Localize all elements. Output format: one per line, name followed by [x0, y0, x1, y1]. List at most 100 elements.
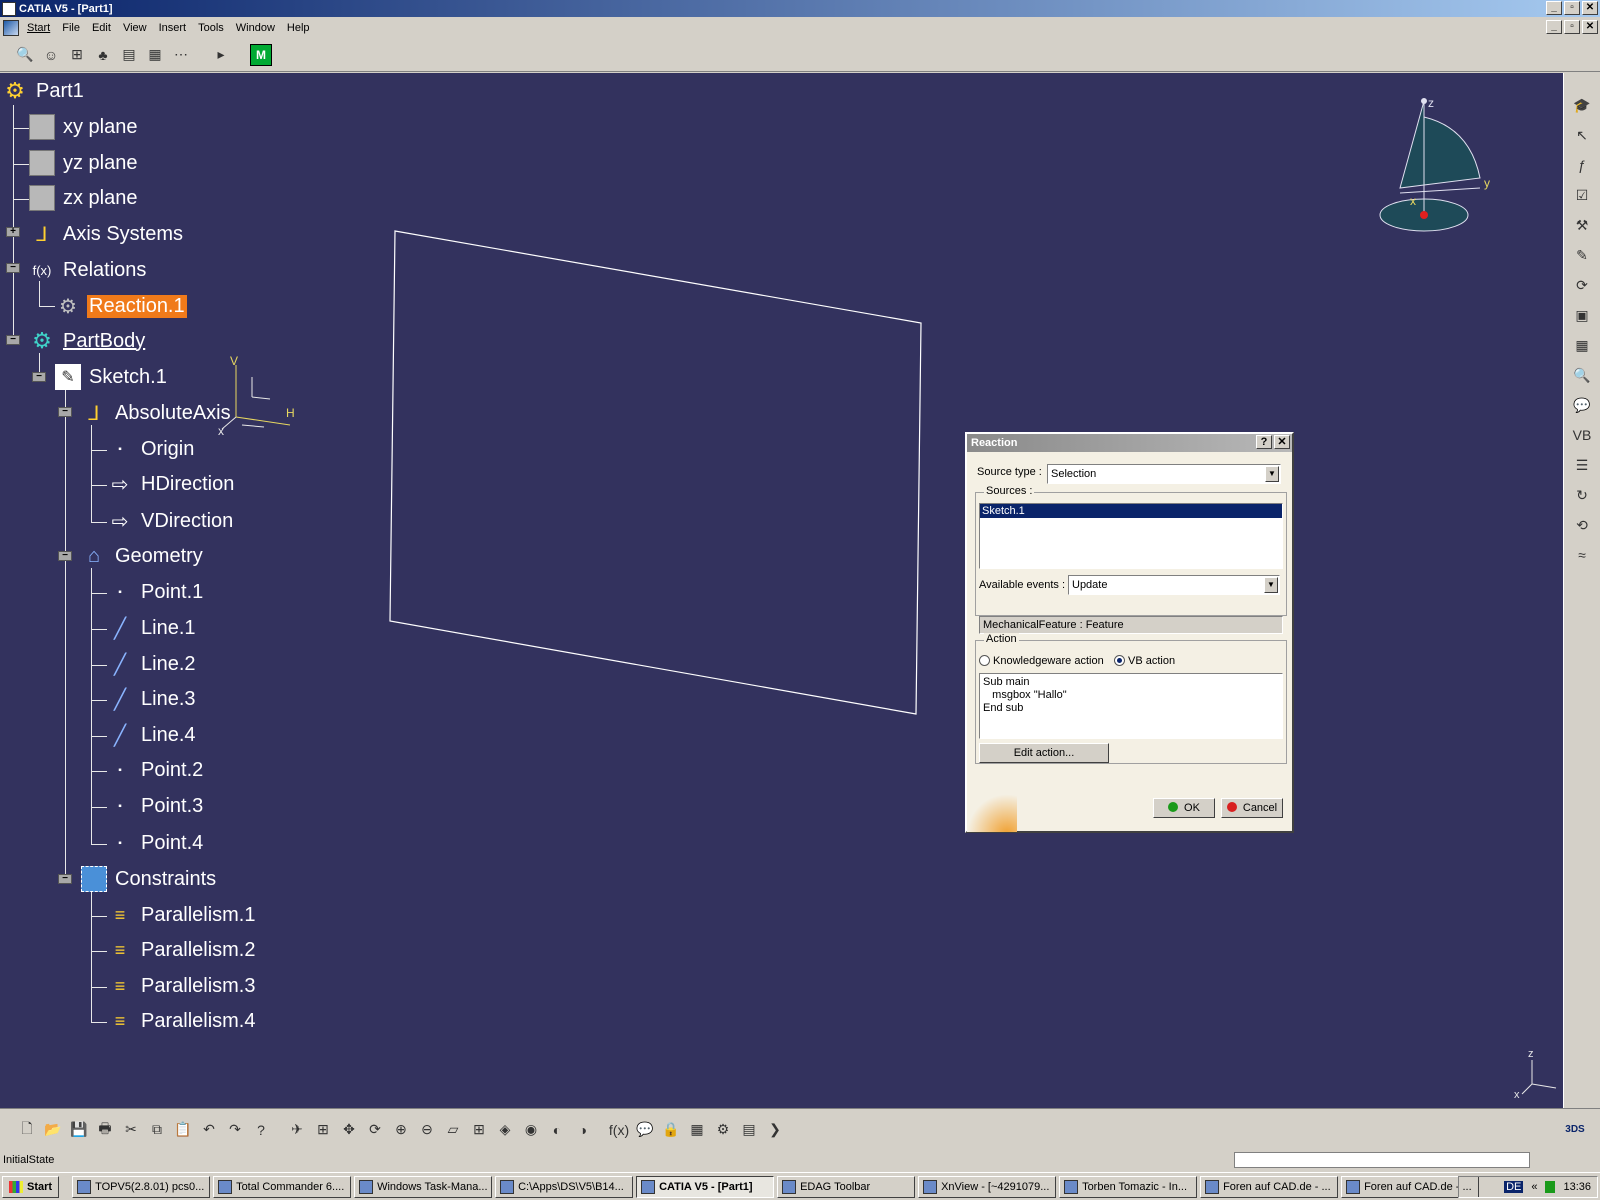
doc-restore-button[interactable]: ▫: [1564, 20, 1580, 34]
macro-icon[interactable]: M: [250, 43, 272, 66]
chevron-down-icon[interactable]: ▼: [1264, 577, 1278, 593]
tree-node-line4[interactable]: ╱ Line.4: [107, 722, 198, 748]
collapse-absoluteaxis-icon[interactable]: −: [58, 407, 72, 417]
filter-icon[interactable]: ▤: [118, 44, 140, 66]
menu-insert[interactable]: Insert: [155, 20, 195, 36]
taskbar-task[interactable]: Total Commander 6....: [213, 1175, 352, 1198]
tree-node-vdirection[interactable]: ⇨ VDirection: [107, 508, 235, 534]
edit-action-button[interactable]: Edit action...: [979, 743, 1109, 763]
undo-icon[interactable]: ↶: [198, 1119, 220, 1141]
print-icon[interactable]: 🖶: [94, 1119, 116, 1141]
tree-node-line3[interactable]: ╱ Line.3: [107, 686, 198, 712]
select-arrow-icon[interactable]: ↖: [1569, 123, 1595, 147]
refresh-icon[interactable]: ⟳: [1569, 273, 1595, 297]
zoom-out-icon[interactable]: ⊖: [416, 1119, 438, 1141]
copy-icon[interactable]: ⧉: [146, 1119, 168, 1141]
collapse-sketch-icon[interactable]: −: [32, 372, 46, 382]
taskbar-task[interactable]: C:\Apps\DS\V5\B14...: [495, 1175, 634, 1198]
tree-node-zx-plane[interactable]: zx plane: [29, 185, 140, 211]
vb-code-editor[interactable]: Sub main msgbox "Hallo" End sub: [979, 673, 1283, 739]
taskbar-task[interactable]: Torben Tomazic - In...: [1059, 1175, 1198, 1198]
sketch-plane-outline[interactable]: [380, 223, 930, 723]
reaction-tool-icon[interactable]: ↻: [1569, 483, 1595, 507]
menu-help[interactable]: Help: [283, 20, 318, 36]
paste-icon[interactable]: 📋: [172, 1119, 194, 1141]
note-icon[interactable]: ✎: [1569, 243, 1595, 267]
taskbar-task[interactable]: Windows Task-Mana...: [354, 1175, 493, 1198]
table-icon[interactable]: ▦: [686, 1119, 708, 1141]
table-icon[interactable]: ▦: [1569, 333, 1595, 357]
multi-view-icon[interactable]: ⊞: [468, 1119, 490, 1141]
lock-icon[interactable]: 🔒: [660, 1119, 682, 1141]
script-icon[interactable]: ❯: [764, 1119, 786, 1141]
command-input[interactable]: [1234, 1152, 1530, 1168]
comment-icon[interactable]: 💬: [1569, 393, 1595, 417]
compass-widget[interactable]: z y x: [1370, 93, 1490, 243]
normal-view-icon[interactable]: ⏥: [442, 1119, 464, 1141]
sources-list[interactable]: Sketch.1: [979, 503, 1283, 569]
dots-icon[interactable]: ⋯: [170, 44, 192, 66]
rotate-icon[interactable]: ⟳: [364, 1119, 386, 1141]
tree-node-yz-plane[interactable]: yz plane: [29, 150, 140, 176]
language-indicator[interactable]: DE: [1504, 1181, 1524, 1193]
iso-view-icon[interactable]: ◈: [494, 1119, 516, 1141]
source-type-select[interactable]: Selection ▼: [1047, 464, 1281, 484]
search-icon[interactable]: 🔍: [14, 44, 36, 66]
minimize-button[interactable]: _: [1546, 1, 1562, 15]
save-icon[interactable]: 💾: [68, 1119, 90, 1141]
tree-icon[interactable]: ⊞: [66, 44, 88, 66]
tray-chevron-icon[interactable]: «: [1531, 1181, 1537, 1193]
zoom-icon[interactable]: 🔍: [1569, 363, 1595, 387]
tree-node-parallelism2[interactable]: ≡ Parallelism.2: [107, 937, 257, 963]
taskbar-task[interactable]: EDAG Toolbar: [777, 1175, 916, 1198]
swap-visible-icon[interactable]: ◑: [572, 1119, 594, 1141]
tree-node-parallelism3[interactable]: ≡ Parallelism.3: [107, 973, 257, 999]
menu-edit[interactable]: Edit: [88, 20, 119, 36]
fit-all-icon[interactable]: ⊞: [312, 1119, 334, 1141]
check-icon[interactable]: ☑: [1569, 183, 1595, 207]
cut-icon[interactable]: ✂: [120, 1119, 142, 1141]
list-icon[interactable]: ☰: [1569, 453, 1595, 477]
tree-node-reaction[interactable]: ⚙ Reaction.1: [55, 293, 187, 319]
zoom-in-icon[interactable]: ⊕: [390, 1119, 412, 1141]
collapse-geometry-icon[interactable]: −: [58, 551, 72, 561]
taskbar-task[interactable]: Foren auf CAD.de - ...: [1200, 1175, 1339, 1198]
close-button[interactable]: ✕: [1582, 1, 1598, 15]
vb-icon[interactable]: VB: [1569, 423, 1595, 447]
menu-tools[interactable]: Tools: [194, 20, 232, 36]
collapse-partbody-icon[interactable]: −: [6, 335, 20, 345]
collapse-constraints-icon[interactable]: −: [58, 874, 72, 884]
3d-viewport[interactable]: + − − − − − − ⚙ Part1 xy plane yz plane …: [0, 73, 1563, 1108]
taskbar-task-active[interactable]: CATIA V5 - [Part1]: [636, 1175, 775, 1198]
loop-icon[interactable]: ⟲: [1569, 513, 1595, 537]
collapse-relations-icon[interactable]: −: [6, 263, 20, 273]
equation-icon[interactable]: ≈: [1569, 543, 1595, 567]
macro-library-icon[interactable]: ▤: [738, 1119, 760, 1141]
open-icon[interactable]: 📂: [42, 1119, 64, 1141]
pan-icon[interactable]: ✥: [338, 1119, 360, 1141]
maximize-button[interactable]: ▫: [1564, 1, 1580, 15]
comment-icon[interactable]: 💬: [634, 1119, 656, 1141]
cancel-button[interactable]: Cancel: [1221, 798, 1283, 818]
tree-node-geometry[interactable]: ⌂ Geometry: [81, 543, 205, 569]
new-icon[interactable]: 🗋: [16, 1119, 38, 1141]
taskbar-task[interactable]: TOPV5(2.8.01) pcs0...: [72, 1175, 211, 1198]
vb-action-radio[interactable]: VB action: [1114, 655, 1175, 667]
tree-node-parallelism1[interactable]: ≡ Parallelism.1: [107, 902, 257, 928]
available-events-select[interactable]: Update ▼: [1068, 575, 1280, 595]
catia-logo-icon[interactable]: [3, 19, 19, 36]
tree-toggle-icon[interactable]: ♣: [92, 44, 114, 66]
menu-window[interactable]: Window: [232, 20, 283, 36]
doc-minimize-button[interactable]: _: [1546, 20, 1562, 34]
dialog-close-button[interactable]: ✕: [1274, 435, 1290, 449]
tree-node-constraints[interactable]: Constraints: [81, 866, 218, 892]
dialog-title-bar[interactable]: Reaction ? ✕: [967, 434, 1292, 452]
formula-f-icon[interactable]: f(x): [608, 1119, 630, 1141]
chevron-down-icon[interactable]: ▼: [1265, 466, 1279, 482]
network-icon[interactable]: [1545, 1181, 1556, 1193]
clock[interactable]: 13:36: [1563, 1181, 1591, 1193]
menu-start[interactable]: Start: [23, 20, 58, 36]
tree-node-line1[interactable]: ╱ Line.1: [107, 615, 198, 641]
dialog-help-button[interactable]: ?: [1256, 435, 1272, 449]
expand-axis-systems-icon[interactable]: +: [6, 227, 20, 237]
